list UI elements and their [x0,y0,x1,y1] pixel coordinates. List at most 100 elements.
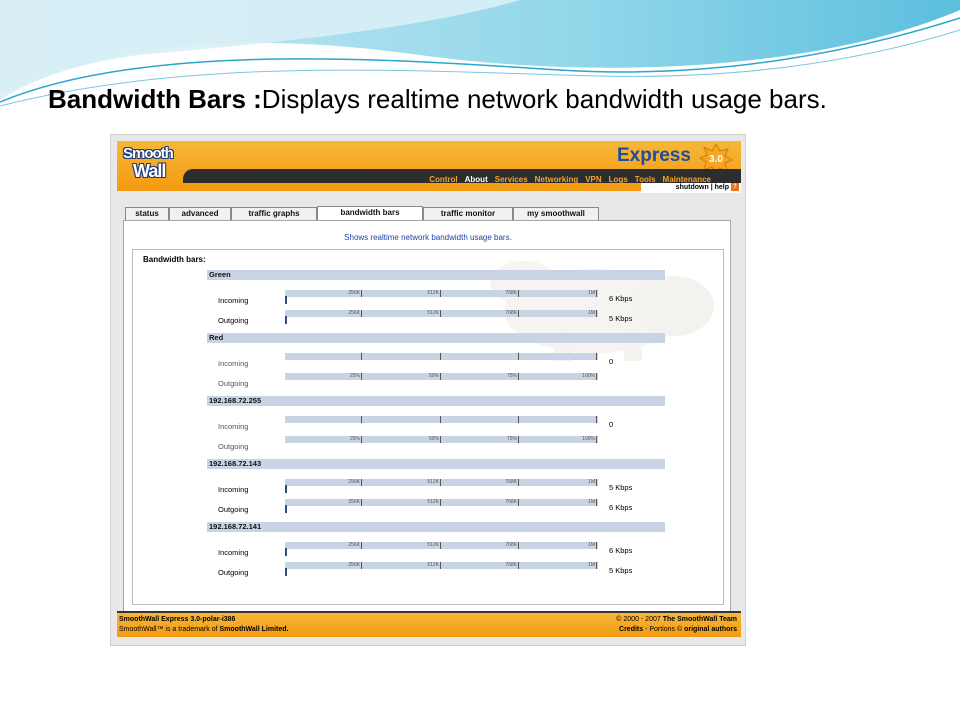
slide: Bandwidth Bars :Displays realtime networ… [0,0,960,720]
subnav-separator: | [710,184,713,191]
scale-tick [440,416,441,423]
nav-item-networking[interactable]: Networking [535,175,579,184]
row-value: 5 Kbps [609,483,633,492]
scale-tick [518,436,519,443]
nav-item-control[interactable]: Control [429,175,457,184]
footer-trademark: SmoothWall™ is a trademark of SmoothWall… [119,626,288,633]
scale-label: 75% [506,373,517,379]
tab-status[interactable]: status [125,207,169,221]
usage-marker [285,316,287,324]
scale-tick [518,373,519,380]
bandwidth-bars-panel: Bandwidth bars: Green Incoming 256K 512K 768… [132,249,724,605]
group-header: 192.168.72.141 [207,522,665,532]
scale-label: 1M [588,479,595,485]
bandwidth-track [285,416,598,423]
scale-tick [596,479,597,486]
bandwidth-track: 256K 512K 768K 1M [285,479,598,486]
row-value: 0 [609,357,614,366]
bandwidth-row: Outgoing 25% 50% 75% 100% [207,436,665,452]
scale-tick [596,542,597,549]
bandwidth-group: 192.168.72.141 Incoming 256K 512K 768K 1M 6 Kb… [207,522,665,582]
scale-tick [518,499,519,506]
footer-copyright-pre: © 2000 - 2007 [616,616,663,623]
slide-title-bold: Bandwidth Bars : [48,84,262,114]
logo-text-line1: Smooth [123,145,174,162]
bandwidth-track [285,353,598,360]
scale-label: 768K [505,310,517,316]
scale-label: 512K [427,479,439,485]
scale-label: 50% [428,436,439,442]
bandwidth-row: Incoming 256K 512K 768K 1M 5 Kbps [207,479,665,495]
bandwidth-track: 256K 512K 768K 1M [285,562,598,569]
scale-tick [361,353,362,360]
nav-item-logs[interactable]: Logs [609,175,628,184]
scale-tick [518,416,519,423]
scale-label: 1M [588,542,595,548]
scale-label: 768K [505,562,517,568]
page-content: Shows realtime network bandwidth usage b… [123,220,731,612]
tab-bandwidth-bars[interactable]: bandwidth bars [317,206,423,221]
scale-label: 1M [588,499,595,505]
tab-traffic-monitor[interactable]: traffic monitor [423,207,513,221]
bandwidth-row: Outgoing 256K 512K 768K 1M 5 Kbps [207,562,665,578]
scale-label: 512K [427,499,439,505]
scale-tick [596,562,597,569]
scale-label: 768K [505,542,517,548]
footer-team-link[interactable]: The SmoothWall Team [663,616,737,623]
shutdown-link[interactable]: shutdown [676,184,709,191]
tab-advanced[interactable]: advanced [169,207,231,221]
scale-tick [518,542,519,549]
footer-trademark-pre: SmoothWall™ is a trademark of [119,626,220,633]
scale-tick [440,542,441,549]
row-label: Outgoing [218,505,249,514]
scale-label: 25% [349,436,360,442]
product-name: Express [617,145,691,166]
bandwidth-row: Outgoing 25% 50% 75% 100% [207,373,665,389]
scale-tick [440,310,441,317]
scale-tick [518,479,519,486]
footer-authors-link[interactable]: original authors [684,626,737,633]
scale-tick [596,353,597,360]
main-nav: Control About Services Networking VPN Logs Too… [183,169,741,184]
row-label: Outgoing [218,316,249,325]
scale-tick [361,373,362,380]
scale-label: 512K [427,310,439,316]
tab-my-smoothwall[interactable]: my smoothwall [513,207,599,221]
row-value: 0 [609,420,614,429]
row-value: 6 Kbps [609,503,633,512]
scale-label: 256K [348,562,360,568]
group-header: 192.168.72.255 [207,396,665,406]
row-label: Incoming [218,359,249,368]
scale-tick [361,290,362,297]
bandwidth-track: 25% 50% 75% 100% [285,373,598,380]
sub-nav: shutdown | help? [641,183,741,193]
scale-tick [440,562,441,569]
app-header: Smooth Wall Express 3.0 Control About Serv… [117,141,741,193]
scale-label: 75% [506,436,517,442]
slide-title: Bandwidth Bars :Displays realtime networ… [48,84,827,115]
bandwidth-row: Incoming 256K 512K 768K 1M 6 Kbps [207,290,665,306]
nav-item-services[interactable]: Services [495,175,528,184]
scale-tick [440,353,441,360]
help-icon[interactable]: ? [731,183,739,192]
row-label: Incoming [218,485,249,494]
tab-traffic-graphs[interactable]: traffic graphs [231,207,317,221]
bandwidth-group: 192.168.72.255 Incoming 0 Outgoing 25% 50% 75%… [207,396,665,456]
nav-item-about[interactable]: About [465,175,488,184]
scale-tick [361,416,362,423]
bandwidth-row: Outgoing 256K 512K 768K 1M 5 Kbps [207,310,665,326]
help-link[interactable]: help [715,184,729,191]
scale-tick [361,499,362,506]
bandwidth-track: 256K 512K 768K 1M [285,499,598,506]
row-value: 5 Kbps [609,566,633,575]
row-value: 6 Kbps [609,294,633,303]
bandwidth-row: Incoming 0 [207,416,665,432]
page-description: Shows realtime network bandwidth usage b… [344,233,512,242]
footer-credits-link[interactable]: Credits [619,626,643,633]
smoothwall-logo[interactable]: Smooth Wall [121,145,177,185]
scale-label: 100% [582,436,595,442]
panel-title: Bandwidth bars: [143,255,206,264]
scale-tick [440,479,441,486]
bandwidth-group: Red Incoming 0 Outgoing 25% 50% 75% 100% [207,333,665,393]
nav-item-vpn[interactable]: VPN [585,175,601,184]
